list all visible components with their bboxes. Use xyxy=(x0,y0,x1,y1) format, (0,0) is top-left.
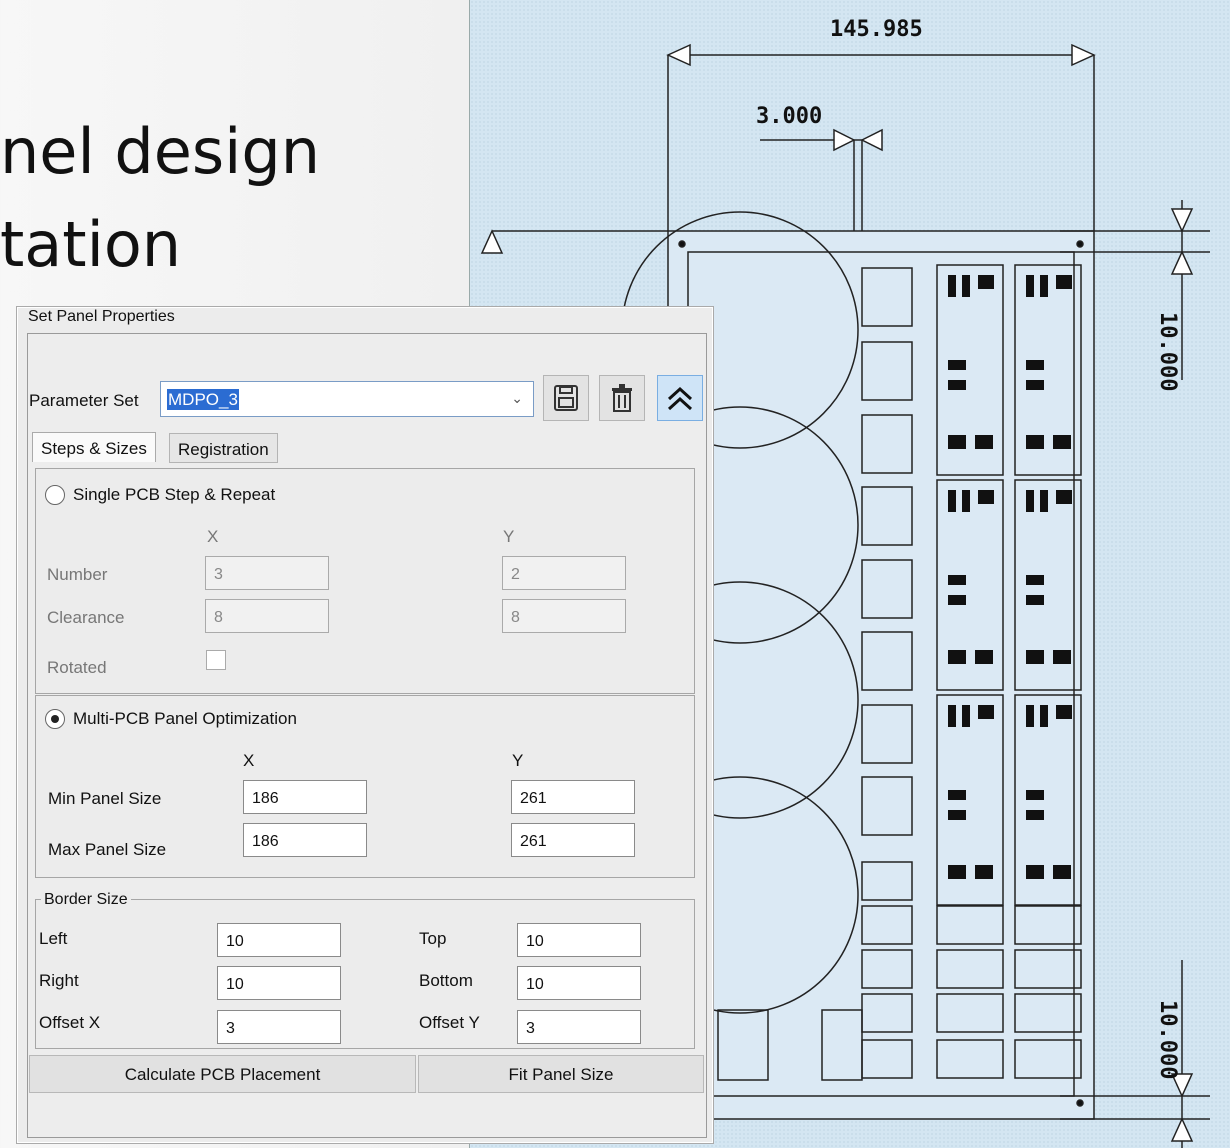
bottom-label: Bottom xyxy=(419,971,473,990)
collapse-button[interactable] xyxy=(657,375,703,421)
rotated-checkbox[interactable] xyxy=(206,650,226,670)
offset-y-label: Offset Y xyxy=(419,1013,480,1032)
min-panel-size-y-input[interactable]: 261 xyxy=(511,780,635,814)
dialog-group-title: Set Panel Properties xyxy=(25,308,178,326)
chevron-down-icon[interactable]: ⌄ xyxy=(511,390,523,407)
save-icon xyxy=(554,385,578,411)
set-panel-properties-dialog: Set Panel Properties Parameter Set MDPO_… xyxy=(16,306,714,1144)
border-bottom-input[interactable]: 10 xyxy=(517,966,641,1000)
offset-x-input[interactable]: 3 xyxy=(217,1010,341,1044)
gap-dimension-label: 3.000 xyxy=(756,104,823,129)
max-panel-size-x-input[interactable]: 186 xyxy=(243,823,367,857)
multi-pcb-radio[interactable] xyxy=(45,709,65,729)
border-top-input[interactable]: 10 xyxy=(517,923,641,957)
number-y-input[interactable]: 2 xyxy=(502,556,626,590)
right-label: Right xyxy=(39,971,79,990)
clearance-label: Clearance xyxy=(47,608,125,627)
single-y-column-label: Y xyxy=(503,527,515,546)
multi-x-column-label: X xyxy=(243,751,255,770)
slide-title-line-2: tation xyxy=(0,208,182,281)
parameter-set-value: MDPO_3 xyxy=(167,389,239,410)
parameter-set-combo[interactable]: MDPO_3 ⌄ xyxy=(160,381,534,417)
bottom-border-dimension-label: 10.000 xyxy=(1155,1000,1180,1080)
min-panel-size-label: Min Panel Size xyxy=(48,789,162,808)
top-border-dimension-label: 10.000 xyxy=(1155,312,1180,392)
tab-steps-sizes[interactable]: Steps & Sizes xyxy=(32,432,156,462)
rotated-label: Rotated xyxy=(47,658,107,677)
delete-button[interactable] xyxy=(599,375,645,421)
trash-icon xyxy=(612,384,632,412)
clearance-y-input[interactable]: 8 xyxy=(502,599,626,633)
multi-pcb-radio-label[interactable]: Multi-PCB Panel Optimization xyxy=(73,709,297,729)
offset-y-input[interactable]: 3 xyxy=(517,1010,641,1044)
parameter-set-label: Parameter Set xyxy=(29,391,139,410)
border-left-input[interactable]: 10 xyxy=(217,923,341,957)
width-dimension-label: 145.985 xyxy=(830,17,923,42)
offset-x-label: Offset X xyxy=(39,1013,101,1032)
save-button[interactable] xyxy=(543,375,589,421)
number-label: Number xyxy=(47,565,108,584)
slide-title-line-1: nel design xyxy=(0,115,321,188)
left-label: Left xyxy=(39,929,68,948)
border-size-title: Border Size xyxy=(41,891,131,909)
calculate-pcb-placement-button[interactable]: Calculate PCB Placement xyxy=(29,1055,416,1093)
min-panel-size-x-input[interactable]: 186 xyxy=(243,780,367,814)
max-panel-size-label: Max Panel Size xyxy=(48,840,167,859)
border-right-input[interactable]: 10 xyxy=(217,966,341,1000)
number-x-input[interactable]: 3 xyxy=(205,556,329,590)
max-panel-size-y-input[interactable]: 261 xyxy=(511,823,635,857)
single-pcb-radio-label[interactable]: Single PCB Step & Repeat xyxy=(73,485,275,505)
double-chevron-up-icon xyxy=(667,386,693,411)
single-x-column-label: X xyxy=(207,527,219,546)
clearance-x-input[interactable]: 8 xyxy=(205,599,329,633)
multi-y-column-label: Y xyxy=(512,751,524,770)
top-label: Top xyxy=(419,929,447,948)
fit-panel-size-button[interactable]: Fit Panel Size xyxy=(418,1055,704,1093)
single-pcb-radio[interactable] xyxy=(45,485,65,505)
tab-registration[interactable]: Registration xyxy=(169,433,278,463)
